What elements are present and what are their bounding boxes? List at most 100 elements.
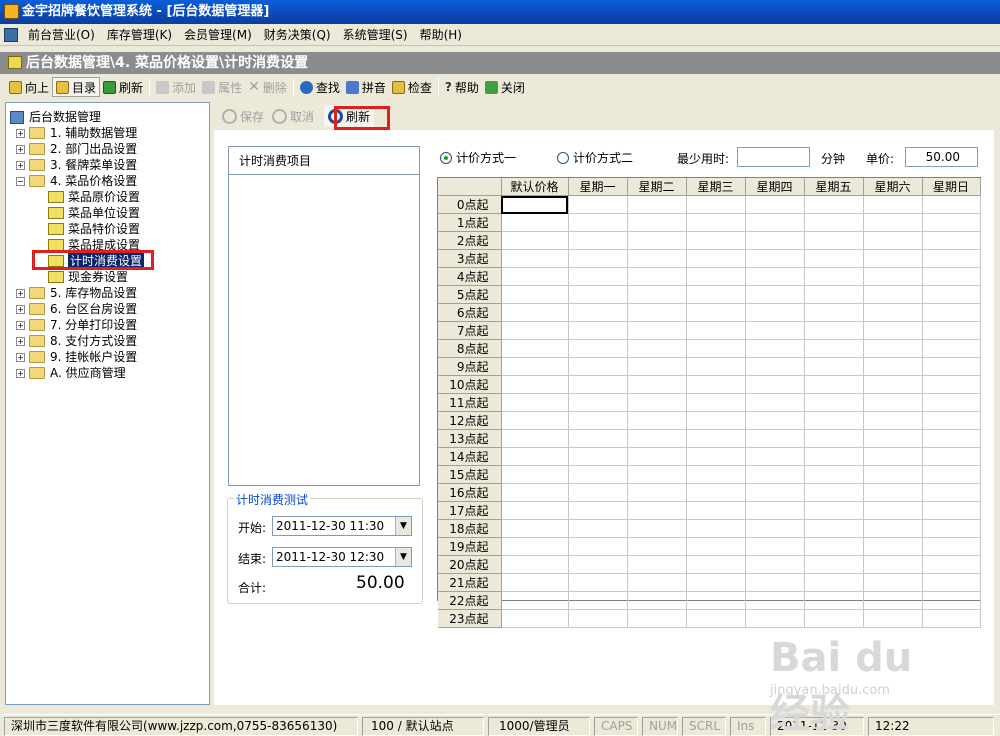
- grid-cell[interactable]: [804, 375, 864, 394]
- grid-cell[interactable]: [686, 339, 746, 358]
- grid-cell[interactable]: [686, 447, 746, 466]
- grid-cell[interactable]: [745, 357, 805, 376]
- grid-cell[interactable]: [804, 447, 864, 466]
- grid-cell[interactable]: [804, 267, 864, 286]
- dropdown-icon[interactable]: ▼: [395, 548, 411, 566]
- grid-cell[interactable]: [863, 213, 923, 232]
- grid-cell[interactable]: [745, 249, 805, 268]
- tree-item-aux-data[interactable]: +1. 辅助数据管理: [16, 125, 137, 141]
- grid-cell[interactable]: [922, 483, 981, 502]
- price-grid[interactable]: 默认价格 星期一 星期二 星期三 星期四 星期五 星期六 星期日 0点起 1点起 2点起 3点起 4点…: [437, 177, 981, 628]
- grid-cell[interactable]: [922, 429, 981, 448]
- expand-icon[interactable]: +: [16, 144, 25, 154]
- menu-member[interactable]: 会员管理(M): [178, 25, 258, 45]
- grid-cell[interactable]: [863, 357, 923, 376]
- grid-cell[interactable]: [686, 573, 746, 592]
- grid-cell[interactable]: [501, 303, 569, 322]
- grid-cell[interactable]: [686, 285, 746, 304]
- min-time-input[interactable]: [737, 147, 810, 167]
- tree-child-unit[interactable]: 菜品单位设置: [48, 205, 140, 221]
- grid-cell[interactable]: [568, 357, 628, 376]
- grid-cell[interactable]: [501, 537, 569, 556]
- grid-cell[interactable]: [863, 375, 923, 394]
- column-header[interactable]: 星期日: [922, 178, 981, 196]
- grid-cell[interactable]: [745, 519, 805, 538]
- grid-cell[interactable]: [745, 393, 805, 412]
- grid-cell[interactable]: [686, 519, 746, 538]
- grid-cell[interactable]: [863, 447, 923, 466]
- properties-button[interactable]: 属性: [199, 77, 245, 97]
- grid-cell[interactable]: [745, 555, 805, 574]
- tree-item-tables[interactable]: +6. 台区台房设置: [16, 301, 137, 317]
- grid-cell[interactable]: [501, 393, 569, 412]
- grid-cell[interactable]: [922, 231, 981, 250]
- tree-item-print[interactable]: +7. 分单打印设置: [16, 317, 137, 333]
- expand-icon[interactable]: +: [16, 368, 25, 378]
- grid-cell[interactable]: [745, 411, 805, 430]
- grid-cell[interactable]: [745, 465, 805, 484]
- grid-cell[interactable]: [501, 357, 569, 376]
- grid-cell[interactable]: [568, 375, 628, 394]
- grid-cell[interactable]: [501, 573, 569, 592]
- tree-item-supplier[interactable]: + A. 供应商管理: [16, 365, 126, 381]
- grid-cell[interactable]: [627, 285, 687, 304]
- grid-cell[interactable]: [922, 555, 981, 574]
- tree-child-original-price[interactable]: 菜品原价设置: [48, 189, 140, 205]
- grid-cell[interactable]: [568, 339, 628, 358]
- grid-cell[interactable]: [745, 375, 805, 394]
- tree-root[interactable]: 后台数据管理: [10, 109, 101, 125]
- grid-cell[interactable]: [568, 483, 628, 502]
- grid-cell[interactable]: [568, 429, 628, 448]
- grid-cell[interactable]: [922, 249, 981, 268]
- grid-cell[interactable]: [863, 429, 923, 448]
- grid-cell[interactable]: [568, 303, 628, 322]
- grid-cell[interactable]: [568, 573, 628, 592]
- tree-item-price[interactable]: −4. 菜品价格设置: [16, 173, 137, 189]
- grid-cell[interactable]: [568, 537, 628, 556]
- tree-item-menu[interactable]: +3. 餐牌菜单设置: [16, 157, 137, 173]
- grid-cell[interactable]: [627, 231, 687, 250]
- grid-cell[interactable]: [922, 321, 981, 340]
- grid-cell[interactable]: [627, 501, 687, 520]
- grid-cell[interactable]: [745, 267, 805, 286]
- grid-cell[interactable]: [568, 231, 628, 250]
- grid-cell[interactable]: [686, 375, 746, 394]
- grid-cell[interactable]: [863, 303, 923, 322]
- up-button[interactable]: 向上: [6, 77, 52, 97]
- grid-cell[interactable]: [745, 573, 805, 592]
- grid-cell[interactable]: [745, 303, 805, 322]
- expand-icon[interactable]: +: [16, 288, 25, 298]
- grid-cell[interactable]: [745, 501, 805, 520]
- grid-cell[interactable]: [804, 195, 864, 214]
- grid-cell[interactable]: [627, 609, 687, 628]
- grid-cell[interactable]: [745, 483, 805, 502]
- grid-cell[interactable]: [745, 285, 805, 304]
- grid-cell[interactable]: [501, 519, 569, 538]
- grid-cell[interactable]: [501, 447, 569, 466]
- grid-cell[interactable]: [501, 501, 569, 520]
- grid-cell[interactable]: [686, 609, 746, 628]
- close-button[interactable]: 关闭: [482, 77, 528, 97]
- grid-cell[interactable]: [627, 393, 687, 412]
- grid-cell[interactable]: [627, 375, 687, 394]
- tree-item-accounts[interactable]: +9. 挂帐帐户设置: [16, 349, 137, 365]
- end-datetime-select[interactable]: 2011-12-30 12:30 ▼: [272, 547, 412, 567]
- grid-cell[interactable]: [922, 411, 981, 430]
- dropdown-icon[interactable]: ▼: [395, 517, 411, 535]
- grid-cell[interactable]: [745, 429, 805, 448]
- directory-button[interactable]: 目录: [52, 77, 101, 97]
- grid-cell[interactable]: [686, 465, 746, 484]
- grid-cell[interactable]: [745, 321, 805, 340]
- grid-cell[interactable]: [922, 393, 981, 412]
- grid-cell[interactable]: [804, 213, 864, 232]
- grid-cell[interactable]: [568, 249, 628, 268]
- grid-cell[interactable]: [804, 429, 864, 448]
- find-button[interactable]: 查找: [297, 77, 343, 97]
- grid-cell[interactable]: [922, 537, 981, 556]
- delete-button[interactable]: ✕ 删除: [245, 77, 290, 97]
- grid-cell[interactable]: [745, 447, 805, 466]
- grid-cell[interactable]: [501, 231, 569, 250]
- grid-cell[interactable]: [568, 519, 628, 538]
- grid-cell[interactable]: [686, 555, 746, 574]
- grid-cell[interactable]: [627, 339, 687, 358]
